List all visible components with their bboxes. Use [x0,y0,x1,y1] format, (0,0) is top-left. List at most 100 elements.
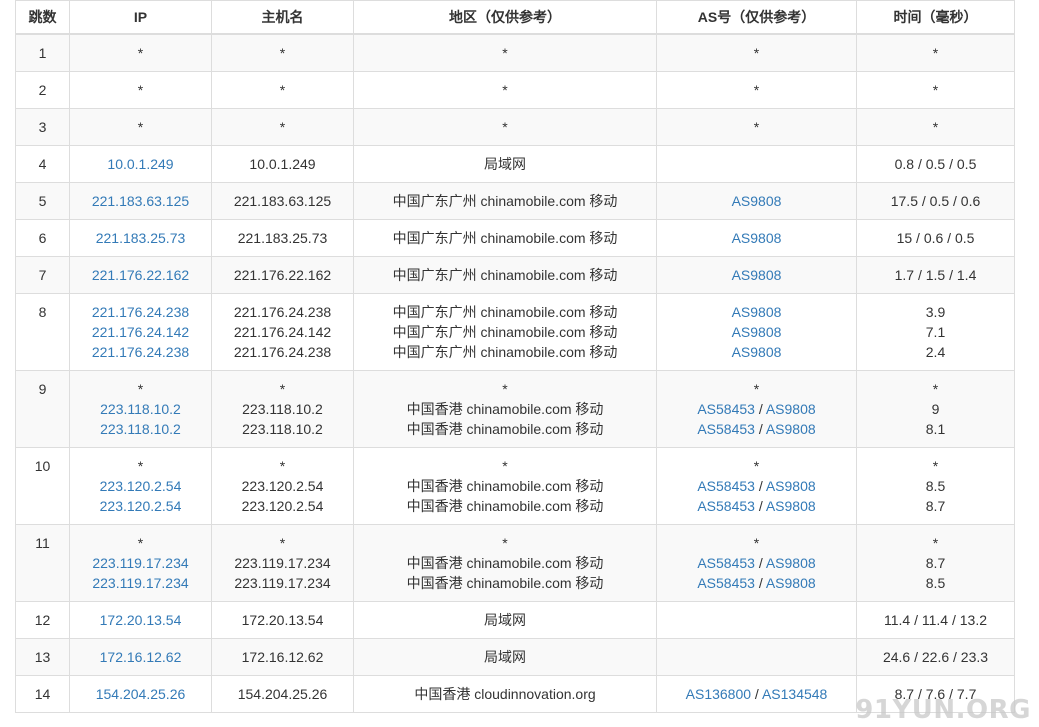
hop-cell: 12 [15,601,70,639]
as-link[interactable]: AS58453 [697,478,755,494]
region-cell: 局域网 [353,601,657,639]
region-text: 中国广东广州 chinamobile.com 移动 [392,193,618,209]
ip-cell: * 223.118.10.2 223.118.10.2 [69,370,212,448]
hop-number: 14 [34,686,51,702]
time-cell: * [856,108,1015,146]
hostname-cell: * 223.120.2.54 223.120.2.54 [211,447,354,525]
table-body: 1 * * * * * 2 * * * * * 3 * * * * * 4 10.0.1.249 10.0.1.249 局… [15,33,1015,713]
as-cell: AS9808 AS9808 AS9808 [656,293,857,371]
region-text: 中国广东广州 chinamobile.com 移动 [392,344,618,360]
hop-number: 7 [38,267,47,283]
ip-text: * [137,45,144,61]
as-link[interactable]: AS136800 [686,686,751,702]
time-text: 17.5 / 0.5 / 0.6 [890,193,981,209]
hostname-text: 172.16.12.62 [241,649,324,665]
as-text: * [753,381,760,397]
time-cell: * [856,71,1015,109]
ip-link[interactable]: 172.16.12.62 [74,647,207,667]
ip-link[interactable]: 223.118.10.2 [74,399,207,419]
as-cell: * [656,108,857,146]
as-link[interactable]: AS9808 [732,344,782,360]
ip-link[interactable]: 172.20.13.54 [74,610,207,630]
as-link[interactable]: AS9808 [766,421,816,437]
ip-link[interactable]: 221.176.22.162 [74,265,207,285]
hop-cell: 4 [15,145,70,183]
ip-link[interactable]: 223.119.17.234 [74,573,207,593]
time-cell: * 8.5 8.7 [856,447,1015,525]
as-separator: / [754,421,766,437]
as-link[interactable]: AS58453 [697,555,755,571]
hostname-text: 223.119.17.234 [234,555,331,571]
hostname-text: 172.20.13.54 [241,612,324,628]
as-link[interactable]: AS9808 [732,193,782,209]
as-link[interactable]: AS58453 [697,575,755,591]
as-cell: AS9808 [656,256,857,294]
as-link[interactable]: AS58453 [697,498,755,514]
hop-cell: 8 [15,293,70,371]
as-link[interactable]: AS9808 [766,555,816,571]
ip-link[interactable]: 223.120.2.54 [74,476,207,496]
ip-cell: * 223.119.17.234 223.119.17.234 [69,524,212,602]
ip-link[interactable]: 223.118.10.2 [74,419,207,439]
region-cell: * 中国香港 chinamobile.com 移动 中国香港 chinamobile… [353,447,657,525]
region-cell: 中国广东广州 chinamobile.com 移动 [353,182,657,220]
region-text: 中国香港 chinamobile.com 移动 [406,575,604,591]
region-text: * [502,535,508,551]
ip-link[interactable]: 221.176.24.238 [74,342,207,362]
as-link[interactable]: AS58453 [697,401,755,417]
as-cell: * [656,71,857,109]
hop-cell: 2 [15,71,70,109]
ip-link[interactable]: 221.176.24.142 [74,322,207,342]
time-cell: 17.5 / 0.5 / 0.6 [856,182,1015,220]
as-link[interactable]: AS58453 [697,421,755,437]
as-separator: / [754,478,766,494]
hop-number: 6 [38,230,47,246]
as-cell: * AS58453 / AS9808 AS58453 / AS9808 [656,447,857,525]
as-link[interactable]: AS9808 [766,498,816,514]
time-text: 8.5 [925,575,946,591]
ip-link[interactable]: 10.0.1.249 [74,154,207,174]
as-link[interactable]: AS9808 [732,304,782,320]
ip-cell: 172.16.12.62 [69,638,212,676]
as-line [661,647,852,667]
hop-cell: 6 [15,219,70,257]
ip-link[interactable]: 221.176.24.238 [74,302,207,322]
as-link[interactable]: AS9808 [766,478,816,494]
time-cell: * 9 8.1 [856,370,1015,448]
as-link[interactable]: AS9808 [732,324,782,340]
region-cell: * 中国香港 chinamobile.com 移动 中国香港 chinamobile… [353,370,657,448]
hostname-cell: 221.183.63.125 [211,182,354,220]
time-cell: 11.4 / 11.4 / 13.2 [856,601,1015,639]
as-link[interactable]: AS134548 [762,686,827,702]
region-text: 中国广东广州 chinamobile.com 移动 [392,267,618,283]
as-cell [656,638,857,676]
time-text: 8.7 [925,498,946,514]
as-cell: AS9808 [656,219,857,257]
as-link[interactable]: AS9808 [732,230,782,246]
ip-link[interactable]: 221.183.25.73 [74,228,207,248]
table-row: 5 221.183.63.125 221.183.63.125 中国广东广州 chin… [15,182,1015,220]
as-cell: * [656,33,857,72]
region-text: 中国香港 chinamobile.com 移动 [406,498,604,514]
hostname-cell: * [211,108,354,146]
table-row: 9 * 223.118.10.2 223.118.10.2 * 223.118.10.2 2… [15,370,1015,448]
as-link[interactable]: AS9808 [766,401,816,417]
as-separator: / [754,401,766,417]
ip-link[interactable]: 223.119.17.234 [74,553,207,573]
ip-link[interactable]: 154.204.25.26 [74,684,207,704]
hostname-cell: 154.204.25.26 [211,675,354,713]
region-text: 中国香港 chinamobile.com 移动 [406,401,604,417]
region-text: 中国广东广州 chinamobile.com 移动 [392,304,618,320]
header-as: AS号（仅供参考） [656,0,857,35]
ip-link[interactable]: 223.120.2.54 [74,496,207,516]
as-text: * [753,45,760,61]
as-link[interactable]: AS9808 [732,267,782,283]
hop-number: 10 [34,458,51,474]
hop-cell: 11 [15,524,70,602]
as-text: * [753,82,760,98]
time-text: * [932,82,939,98]
as-link[interactable]: AS9808 [766,575,816,591]
hostname-text: 223.118.10.2 [242,401,323,417]
as-line: AS9808 [661,265,852,285]
ip-link[interactable]: 221.183.63.125 [74,191,207,211]
